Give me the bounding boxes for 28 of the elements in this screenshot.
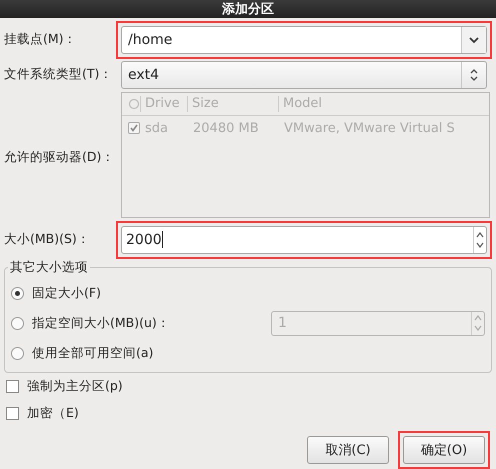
field-label: 挂载点(M)： (4, 31, 78, 48)
table-cell-text: sda (144, 120, 169, 136)
field-label: 允许的驱动器(D)： (4, 148, 116, 166)
window-title: 添加分区 (222, 1, 274, 18)
group-title: 其它大小选项 (8, 259, 90, 276)
up-down-arrows-icon (469, 68, 479, 82)
chevron-down-icon (468, 36, 480, 44)
spin-arrows-icon (474, 313, 482, 333)
checkbox-label: 強制为主分区(p) (27, 378, 123, 395)
field-label: 大小(MB)(S)： (4, 231, 91, 248)
table-cell-text: VMware, VMware Virtual S (283, 120, 456, 136)
radio-button[interactable] (11, 286, 24, 300)
checkbox-label: 加密（E) (27, 405, 79, 422)
option-label: 使用全部可用空间(a) (32, 344, 154, 362)
radio-button[interactable] (11, 346, 24, 360)
spin-arrows-icon (476, 230, 484, 250)
table-cell-text: 20480 MB (192, 120, 260, 136)
checkbox[interactable] (6, 380, 19, 393)
checkbox[interactable] (6, 407, 19, 420)
mount-point-combo[interactable]: /home (121, 26, 487, 54)
size-spin-field[interactable]: 2000 (121, 226, 487, 254)
cancel-button[interactable]: 取消(C) (307, 436, 389, 464)
option-label: 固定大小(F) (32, 284, 101, 302)
filesystem-select[interactable]: ext4 (121, 60, 487, 88)
ok-button[interactable]: 确定(O) (403, 436, 485, 464)
radio-column-icon (128, 98, 140, 110)
option-label: 指定空间大小(MB)(u)： (32, 314, 170, 332)
field-label: 文件系统类型(T)： (4, 66, 114, 83)
